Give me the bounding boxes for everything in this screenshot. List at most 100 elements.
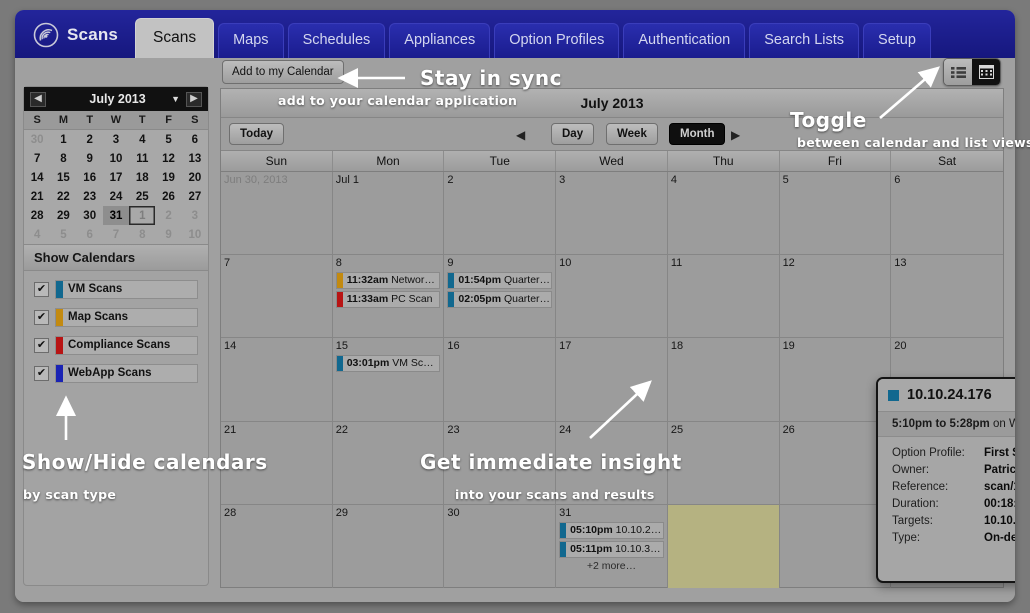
calendar-day-cell[interactable]: 8 11:32am Networ… 11:33am PC Scan bbox=[333, 255, 445, 338]
mini-day[interactable]: 13 bbox=[182, 149, 208, 168]
checkbox-webapp-scans[interactable]: ✔ bbox=[34, 366, 49, 381]
calendar-day-cell[interactable]: 7 bbox=[221, 255, 333, 338]
mini-day[interactable]: 3 bbox=[182, 206, 208, 225]
calendar-day-cell[interactable]: 2 bbox=[444, 172, 557, 255]
calendar-day-cell[interactable]: 19 bbox=[780, 338, 892, 421]
mini-day[interactable]: 1 bbox=[129, 206, 155, 225]
calendar-day-cell[interactable]: 30 bbox=[444, 504, 557, 588]
mini-day[interactable]: 11 bbox=[129, 149, 155, 168]
mini-day[interactable]: 19 bbox=[155, 168, 181, 187]
calendar-event[interactable]: 11:32am Networ… bbox=[335, 272, 441, 290]
calendar-event[interactable]: 03:01pm VM Sc… bbox=[335, 355, 441, 373]
mini-day[interactable]: 4 bbox=[129, 130, 155, 149]
mini-day[interactable]: 9 bbox=[77, 149, 103, 168]
tab-appliances[interactable]: Appliances bbox=[389, 23, 491, 58]
mini-day[interactable]: 31 bbox=[102, 206, 130, 225]
calendar-day-cell[interactable]: 12 bbox=[780, 255, 892, 338]
calendar-day-cell[interactable]: 21 bbox=[221, 421, 333, 504]
mini-day[interactable]: 16 bbox=[77, 168, 103, 187]
calendar-day-cell[interactable]: 11 bbox=[668, 255, 780, 338]
next-period-icon[interactable]: ▶ bbox=[731, 128, 740, 142]
mini-day[interactable]: 26 bbox=[155, 187, 181, 206]
mini-calendar-dropdown-icon[interactable]: ▼ bbox=[171, 94, 180, 104]
calendar-pill[interactable]: Compliance Scans bbox=[55, 336, 198, 355]
calendar-day-cell[interactable]: 17 bbox=[556, 338, 668, 421]
add-to-my-calendar-button[interactable]: Add to my Calendar bbox=[222, 60, 344, 84]
mini-day[interactable]: 14 bbox=[24, 168, 50, 187]
mini-day[interactable]: 18 bbox=[129, 168, 155, 187]
calendar-day-cell[interactable]: 25 bbox=[668, 421, 780, 504]
mini-day[interactable]: 2 bbox=[77, 130, 103, 149]
calendar-day-cell[interactable]: 5 bbox=[780, 172, 892, 255]
mini-day[interactable]: 30 bbox=[24, 130, 50, 149]
calendar-day-cell[interactable]: 9 01:54pm Quarter… 02:05pm Quarter… bbox=[444, 255, 557, 338]
mini-day[interactable]: 22 bbox=[50, 187, 76, 206]
mini-day[interactable]: 25 bbox=[129, 187, 155, 206]
list-view-icon[interactable] bbox=[944, 59, 972, 85]
tab-search-lists[interactable]: Search Lists bbox=[749, 23, 860, 58]
mini-day[interactable]: 23 bbox=[77, 187, 103, 206]
calendar-day-cell[interactable]: 3 bbox=[556, 172, 668, 255]
mini-day[interactable]: 5 bbox=[155, 130, 181, 149]
tab-scans[interactable]: Scans bbox=[135, 18, 215, 58]
calendar-day-cell[interactable] bbox=[667, 504, 780, 588]
mini-day[interactable]: 10 bbox=[182, 225, 208, 244]
calendar-view-icon[interactable] bbox=[972, 59, 1000, 85]
calendar-day-cell[interactable]: 28 bbox=[221, 504, 333, 588]
checkbox-map-scans[interactable]: ✔ bbox=[34, 310, 49, 325]
week-view-button[interactable]: Week bbox=[606, 123, 658, 145]
calendar-day-cell[interactable]: 26 bbox=[780, 421, 892, 504]
calendar-pill[interactable]: Map Scans bbox=[55, 308, 198, 327]
checkbox-compliance-scans[interactable]: ✔ bbox=[34, 338, 49, 353]
mini-day[interactable]: 8 bbox=[50, 149, 76, 168]
calendar-day-cell[interactable] bbox=[780, 504, 892, 588]
more-events-link[interactable]: +2 more… bbox=[559, 560, 664, 572]
mini-day[interactable]: 2 bbox=[155, 206, 181, 225]
mini-day[interactable]: 7 bbox=[24, 149, 50, 168]
mini-day[interactable]: 21 bbox=[24, 187, 50, 206]
calendar-day-cell[interactable]: 29 bbox=[333, 504, 445, 588]
mini-day[interactable]: 12 bbox=[155, 149, 181, 168]
calendar-day-cell[interactable]: 6 bbox=[891, 172, 1003, 254]
calendar-day-cell[interactable]: 31 05:10pm 10.10.2… 05:11pm 10.10.3… +2 mor… bbox=[556, 504, 668, 588]
mini-day[interactable]: 28 bbox=[24, 206, 50, 225]
mini-day[interactable]: 3 bbox=[103, 130, 129, 149]
calendar-day-cell[interactable]: 15 03:01pm VM Sc… bbox=[333, 338, 445, 421]
mini-calendar-prev-icon[interactable]: ◀ bbox=[30, 91, 46, 107]
calendar-event[interactable]: 05:11pm 10.10.3… bbox=[559, 540, 664, 558]
mini-day[interactable]: 6 bbox=[182, 130, 208, 149]
mini-day[interactable]: 29 bbox=[50, 206, 76, 225]
mini-day[interactable]: 1 bbox=[50, 130, 76, 149]
day-view-button[interactable]: Day bbox=[551, 123, 595, 145]
mini-day[interactable]: 4 bbox=[24, 225, 50, 244]
calendar-day-cell[interactable]: 13 bbox=[891, 255, 1003, 337]
mini-day[interactable]: 30 bbox=[77, 206, 103, 225]
calendar-event[interactable]: 05:10pm 10.10.2… bbox=[559, 521, 664, 539]
tab-authentication[interactable]: Authentication bbox=[623, 23, 746, 58]
view-report-link[interactable]: View report ▶ bbox=[878, 553, 1015, 581]
calendar-day-cell[interactable]: 14 bbox=[221, 338, 333, 421]
month-view-button[interactable]: Month bbox=[669, 123, 726, 145]
prev-period-icon[interactable]: ◀ bbox=[516, 128, 525, 142]
mini-day[interactable]: 15 bbox=[50, 168, 76, 187]
mini-day[interactable]: 5 bbox=[50, 225, 76, 244]
calendar-pill[interactable]: VM Scans bbox=[55, 280, 198, 299]
calendar-event[interactable]: 11:33am PC Scan bbox=[335, 291, 441, 309]
mini-day[interactable]: 9 bbox=[155, 225, 181, 244]
calendar-day-cell[interactable]: 24 bbox=[556, 421, 668, 504]
calendar-day-cell[interactable]: 22 bbox=[333, 421, 445, 504]
mini-day[interactable]: 17 bbox=[103, 168, 129, 187]
tab-setup[interactable]: Setup bbox=[863, 23, 931, 58]
calendar-day-cell[interactable]: 4 bbox=[668, 172, 780, 255]
calendar-day-cell[interactable]: 10 bbox=[556, 255, 668, 338]
calendar-day-cell[interactable]: Jun 30, 2013 bbox=[221, 172, 333, 255]
calendar-day-cell[interactable]: 23 bbox=[444, 421, 557, 504]
calendar-day-cell[interactable]: 16 bbox=[444, 338, 557, 421]
calendar-event[interactable]: 02:05pm Quarter… bbox=[447, 291, 553, 309]
calendar-event[interactable]: 01:54pm Quarter… bbox=[447, 272, 553, 290]
tab-schedules[interactable]: Schedules bbox=[287, 23, 386, 58]
tab-option-profiles[interactable]: Option Profiles bbox=[494, 23, 620, 58]
today-button[interactable]: Today bbox=[229, 123, 285, 145]
mini-day[interactable]: 7 bbox=[103, 225, 129, 244]
mini-day[interactable]: 24 bbox=[103, 187, 129, 206]
